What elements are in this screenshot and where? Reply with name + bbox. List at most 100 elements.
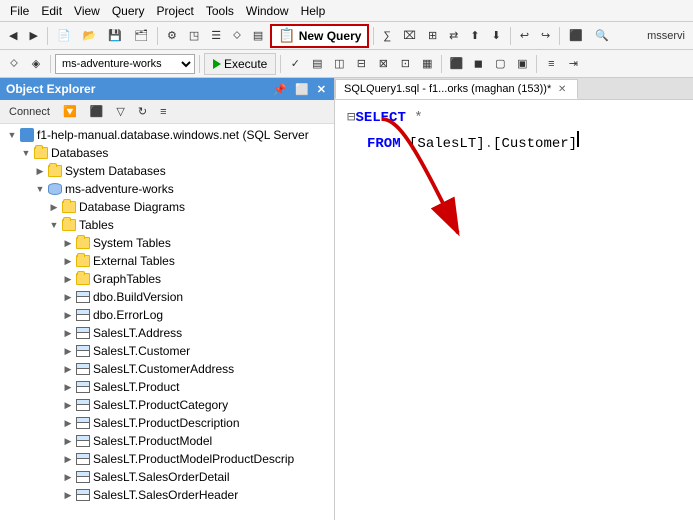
back-button[interactable]: ◀: [4, 25, 22, 47]
tree-item[interactable]: ▶GraphTables: [0, 270, 334, 288]
tree-item[interactable]: ▶System Tables: [0, 234, 334, 252]
tree-expander[interactable]: ▶: [60, 490, 76, 501]
tree-expander[interactable]: ▶: [60, 328, 76, 339]
tree-expander[interactable]: ▶: [60, 436, 76, 447]
tree-expander[interactable]: ▶: [60, 400, 76, 411]
toolbar2-btn-c[interactable]: ✓: [285, 54, 305, 74]
tree-item[interactable]: ▶SalesLT.CustomerAddress: [0, 360, 334, 378]
tree-item[interactable]: ▼Databases: [0, 144, 334, 162]
tree-expander[interactable]: ▶: [60, 238, 76, 249]
toolbar2-btn-l[interactable]: ▢: [490, 54, 510, 74]
toolbar2-btn-m[interactable]: ▣: [512, 54, 532, 74]
file-new-button[interactable]: 📄: [52, 25, 76, 47]
tree-expander[interactable]: ▶: [60, 472, 76, 483]
tree-expander[interactable]: ▶: [60, 454, 76, 465]
oe-funnel-button[interactable]: ▽: [111, 103, 129, 120]
toolbar2-btn-o[interactable]: ⇥: [563, 54, 583, 74]
tree-expander[interactable]: ▶: [32, 166, 48, 177]
tree-item[interactable]: ▶SalesLT.SalesOrderHeader: [0, 486, 334, 504]
toolbar-btn-g[interactable]: ⌧: [398, 25, 421, 47]
oe-filter-button[interactable]: 🔽: [58, 103, 82, 120]
toolbar2-btn-j[interactable]: ⬛: [446, 54, 466, 74]
tree-expander[interactable]: ▶: [60, 292, 76, 303]
toolbar2-btn-b[interactable]: ◈: [26, 54, 46, 74]
tree-item[interactable]: ▶SalesLT.Customer: [0, 342, 334, 360]
toolbar-btn-m[interactable]: ⬛: [564, 25, 588, 47]
menu-window[interactable]: Window: [240, 2, 295, 20]
tree-item[interactable]: ▶SalesLT.Product: [0, 378, 334, 396]
tree-expander[interactable]: ▼: [4, 130, 20, 140]
menu-file[interactable]: File: [4, 2, 35, 20]
toolbar-btn-i[interactable]: ⇄: [444, 25, 463, 47]
tree-item[interactable]: ▶SalesLT.Address: [0, 324, 334, 342]
file-save-button[interactable]: 💾: [103, 25, 127, 47]
new-query-button[interactable]: 📋 New Query: [270, 24, 369, 48]
toolbar2-btn-g[interactable]: ⊠: [373, 54, 393, 74]
tree-item[interactable]: ▶Database Diagrams: [0, 198, 334, 216]
tree-expander[interactable]: ▶: [60, 310, 76, 321]
toolbar2-btn-d[interactable]: ▤: [307, 54, 327, 74]
tree-item[interactable]: ▶SalesLT.ProductDescription: [0, 414, 334, 432]
menu-project[interactable]: Project: [151, 2, 200, 20]
oe-dock-button[interactable]: ⬜: [293, 83, 311, 96]
query-tab[interactable]: SQLQuery1.sql - f1...orks (maghan (153))…: [335, 79, 578, 99]
toolbar2-btn-h[interactable]: ⊡: [395, 54, 415, 74]
tree-item[interactable]: ▶dbo.BuildVersion: [0, 288, 334, 306]
oe-close-button[interactable]: ✕: [315, 83, 328, 96]
tree-item[interactable]: ▼ms-adventure-works: [0, 180, 334, 198]
menu-query[interactable]: Query: [106, 2, 151, 20]
database-selector[interactable]: ms-adventure-works: [55, 54, 195, 74]
tree-item[interactable]: ▶SalesLT.SalesOrderDetail: [0, 468, 334, 486]
toolbar2-btn-a[interactable]: ⬦: [4, 54, 24, 74]
toolbar-btn-d[interactable]: ⬦: [228, 25, 246, 47]
toolbar2-btn-i[interactable]: ▦: [417, 54, 437, 74]
oe-properties-button[interactable]: ≡: [155, 104, 171, 120]
save-all-button[interactable]: 🗂: [129, 25, 153, 47]
toolbar-btn-b[interactable]: ◳: [184, 25, 204, 47]
code-editor[interactable]: ⊟ SELECT * FROM [SalesLT] . [Customer]: [335, 100, 693, 520]
file-open-button[interactable]: 📂: [78, 25, 102, 47]
toolbar2-btn-k[interactable]: ◼: [468, 54, 488, 74]
menu-edit[interactable]: Edit: [35, 2, 68, 20]
tree-item[interactable]: ▶SalesLT.ProductModelProductDescrip: [0, 450, 334, 468]
oe-stop-button[interactable]: ⬛: [85, 103, 109, 120]
oe-pin-button[interactable]: 📌: [271, 83, 289, 96]
tree-item[interactable]: ▼f1-help-manual.database.windows.net (SQ…: [0, 126, 334, 144]
toolbar2-btn-f[interactable]: ⊟: [351, 54, 371, 74]
tree-expander[interactable]: ▶: [60, 382, 76, 393]
tree-item[interactable]: ▶External Tables: [0, 252, 334, 270]
connect-button[interactable]: Connect: [4, 104, 55, 120]
tree-item[interactable]: ▶dbo.ErrorLog: [0, 306, 334, 324]
toolbar-btn-j[interactable]: ⬆: [465, 25, 484, 47]
menu-view[interactable]: View: [68, 2, 106, 20]
redo-button[interactable]: ↪: [536, 25, 555, 47]
undo-button[interactable]: ↩: [515, 25, 534, 47]
menu-tools[interactable]: Tools: [200, 2, 240, 20]
toolbar-btn-f[interactable]: ∑: [378, 25, 396, 47]
tree-expander[interactable]: ▼: [32, 184, 48, 194]
toolbar-btn-a[interactable]: ⚙: [162, 25, 182, 47]
toolbar-btn-k[interactable]: ⬇: [487, 25, 506, 47]
toolbar-btn-h[interactable]: ⊞: [423, 25, 442, 47]
tree-expander[interactable]: ▶: [60, 364, 76, 375]
tree-expander[interactable]: ▼: [46, 220, 62, 230]
execute-button[interactable]: Execute: [204, 53, 276, 75]
toolbar-btn-c[interactable]: ☰: [206, 25, 226, 47]
tree-item[interactable]: ▶SalesLT.ProductCategory: [0, 396, 334, 414]
tree-expander[interactable]: ▶: [46, 202, 62, 213]
tree-expander[interactable]: ▶: [60, 346, 76, 357]
forward-button[interactable]: ▶: [24, 25, 42, 47]
tab-close-button[interactable]: ✕: [555, 82, 569, 96]
toolbar2-btn-e[interactable]: ◫: [329, 54, 349, 74]
tree-item[interactable]: ▶SalesLT.ProductModel: [0, 432, 334, 450]
tree-item[interactable]: ▼Tables: [0, 216, 334, 234]
menu-help[interactable]: Help: [295, 2, 332, 20]
tree-expander[interactable]: ▶: [60, 274, 76, 285]
tree-expander[interactable]: ▶: [60, 256, 76, 267]
tree-expander[interactable]: ▶: [60, 418, 76, 429]
toolbar-btn-e[interactable]: ▤: [248, 25, 268, 47]
tree-expander[interactable]: ▼: [18, 148, 34, 158]
search-toolbar-btn[interactable]: 🔍: [590, 25, 614, 47]
tree-item[interactable]: ▶System Databases: [0, 162, 334, 180]
toolbar2-btn-n[interactable]: ≡: [541, 54, 561, 74]
